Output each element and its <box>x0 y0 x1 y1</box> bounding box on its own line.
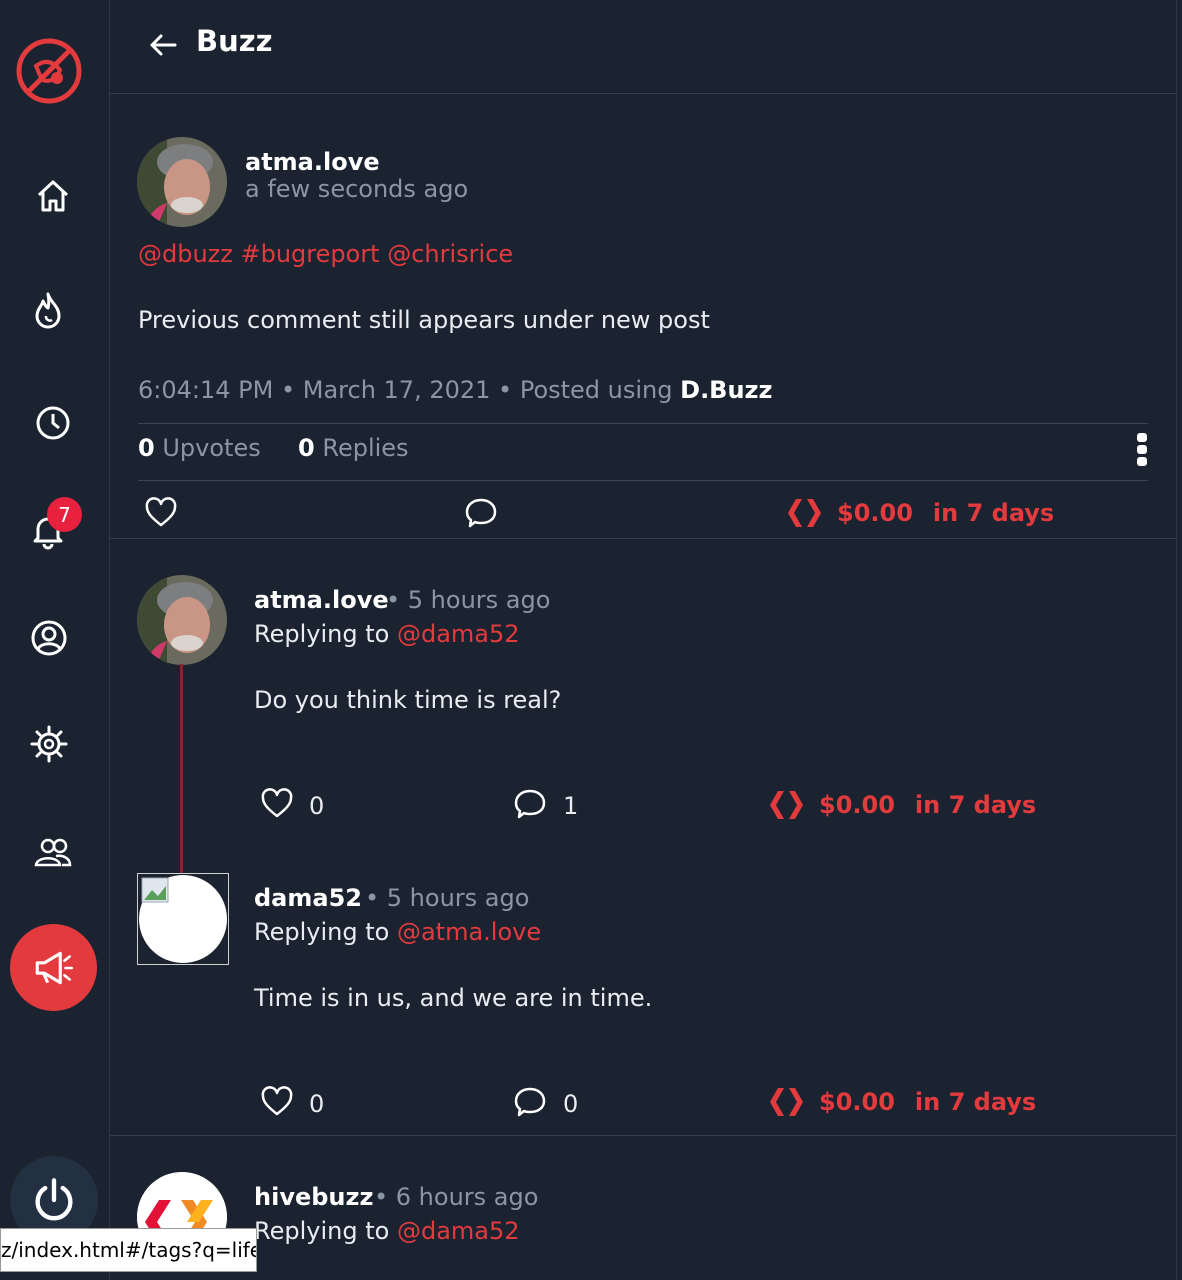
browser-status-url: z/index.html#/tags?q=life <box>0 1228 257 1272</box>
payout-time: in 7 days <box>914 1088 1037 1116</box>
replying-to: Replying to @dama52 <box>254 620 520 648</box>
reply-time-ago: • 5 hours ago <box>365 884 530 912</box>
comment-count: 0 <box>563 1090 579 1118</box>
hive-logo-icon <box>770 791 803 819</box>
page-title: Buzz <box>196 24 273 58</box>
reply-payout[interactable]: $0.00 in 7 days <box>768 786 1036 824</box>
comment-count: 1 <box>563 792 579 820</box>
sidebar: 7 <box>0 0 110 1280</box>
reply-payout[interactable]: $0.00 in 7 days <box>768 1083 1036 1121</box>
settings-gear-icon[interactable] <box>21 716 77 772</box>
trending-fire-icon[interactable] <box>20 282 76 338</box>
comment-icon[interactable] <box>513 787 547 821</box>
comment-icon[interactable] <box>464 496 498 530</box>
main-content: Buzz atma.love a few seconds ago @dbuzz … <box>110 0 1177 1280</box>
divider <box>110 1135 1176 1136</box>
back-arrow-icon[interactable] <box>147 29 179 61</box>
latest-clock-icon[interactable] <box>25 395 81 451</box>
home-icon[interactable] <box>25 168 81 224</box>
compose-buzz-button[interactable] <box>10 924 97 1011</box>
reply-time-ago: • 5 hours ago <box>386 586 551 614</box>
reply-body: Do you think time is real? <box>254 686 562 714</box>
heart-icon[interactable] <box>260 1085 294 1119</box>
replying-to: Replying to @atma.love <box>254 918 541 946</box>
reply-author-avatar[interactable] <box>137 575 227 665</box>
post-timestamp: 6:04:14 PM • March 17, 2021 • Posted usi… <box>138 376 773 404</box>
post-app-name[interactable]: D.Buzz <box>680 376 772 404</box>
like-count: 0 <box>309 792 325 820</box>
heart-icon[interactable] <box>144 496 178 530</box>
hive-logo-icon <box>770 1088 803 1116</box>
payout-amount: $0.00 <box>837 499 913 527</box>
profile-icon[interactable] <box>21 610 77 666</box>
post-body: Previous comment still appears under new… <box>138 306 710 334</box>
post-time-ago: a few seconds ago <box>245 175 469 203</box>
reply-time-ago: • 6 hours ago <box>374 1183 539 1211</box>
more-options-icon[interactable] <box>1135 432 1149 468</box>
post-stats: 0 Upvotes 0 Replies <box>138 434 409 462</box>
replying-to-user[interactable]: @atma.love <box>397 918 541 946</box>
upvotes-label[interactable]: Upvotes <box>162 434 260 462</box>
notification-count-badge: 7 <box>47 497 82 532</box>
reply-body: Time is in us, and we are in time. <box>254 984 653 1012</box>
post-tags[interactable]: @dbuzz #bugreport @chrisrice <box>138 240 513 268</box>
replying-to-user[interactable]: @dama52 <box>397 1217 520 1245</box>
post-payout[interactable]: $0.00 in 7 days <box>786 494 1054 532</box>
reply-author-name[interactable]: dama52 <box>254 884 362 912</box>
replying-label: Replying to <box>254 620 390 648</box>
payout-time: in 7 days <box>932 499 1055 527</box>
payout-amount: $0.00 <box>819 1088 895 1116</box>
broken-avatar-image[interactable] <box>137 873 229 965</box>
comment-icon[interactable] <box>513 1085 547 1119</box>
replying-label: Replying to <box>254 1217 390 1245</box>
like-count: 0 <box>309 1090 325 1118</box>
hive-logo-icon <box>788 499 821 527</box>
replying-to-user[interactable]: @dama52 <box>397 620 520 648</box>
dbuzz-logo-icon[interactable] <box>14 36 84 106</box>
heart-icon[interactable] <box>260 787 294 821</box>
divider <box>138 480 1148 481</box>
post-author-avatar[interactable] <box>137 137 227 227</box>
thread-connector-line <box>180 664 183 874</box>
page-header: Buzz <box>110 0 1176 94</box>
replying-label: Replying to <box>254 918 390 946</box>
post-timestamp-text: 6:04:14 PM • March 17, 2021 • Posted usi… <box>138 376 673 404</box>
post-author-name[interactable]: atma.love <box>245 148 380 176</box>
replies-label[interactable]: Replies <box>322 434 408 462</box>
replies-count: 0 <box>298 434 315 462</box>
divider <box>110 538 1176 539</box>
reply-author-name[interactable]: atma.love <box>254 586 389 614</box>
replying-to: Replying to @dama52 <box>254 1217 520 1245</box>
divider <box>138 423 1148 424</box>
reply-author-name[interactable]: hivebuzz <box>254 1183 373 1211</box>
power-icon <box>35 1178 73 1221</box>
payout-time: in 7 days <box>914 791 1037 819</box>
communities-users-icon[interactable] <box>25 825 81 881</box>
payout-amount: $0.00 <box>819 791 895 819</box>
megaphone-icon <box>35 951 73 984</box>
upvotes-count: 0 <box>138 434 155 462</box>
